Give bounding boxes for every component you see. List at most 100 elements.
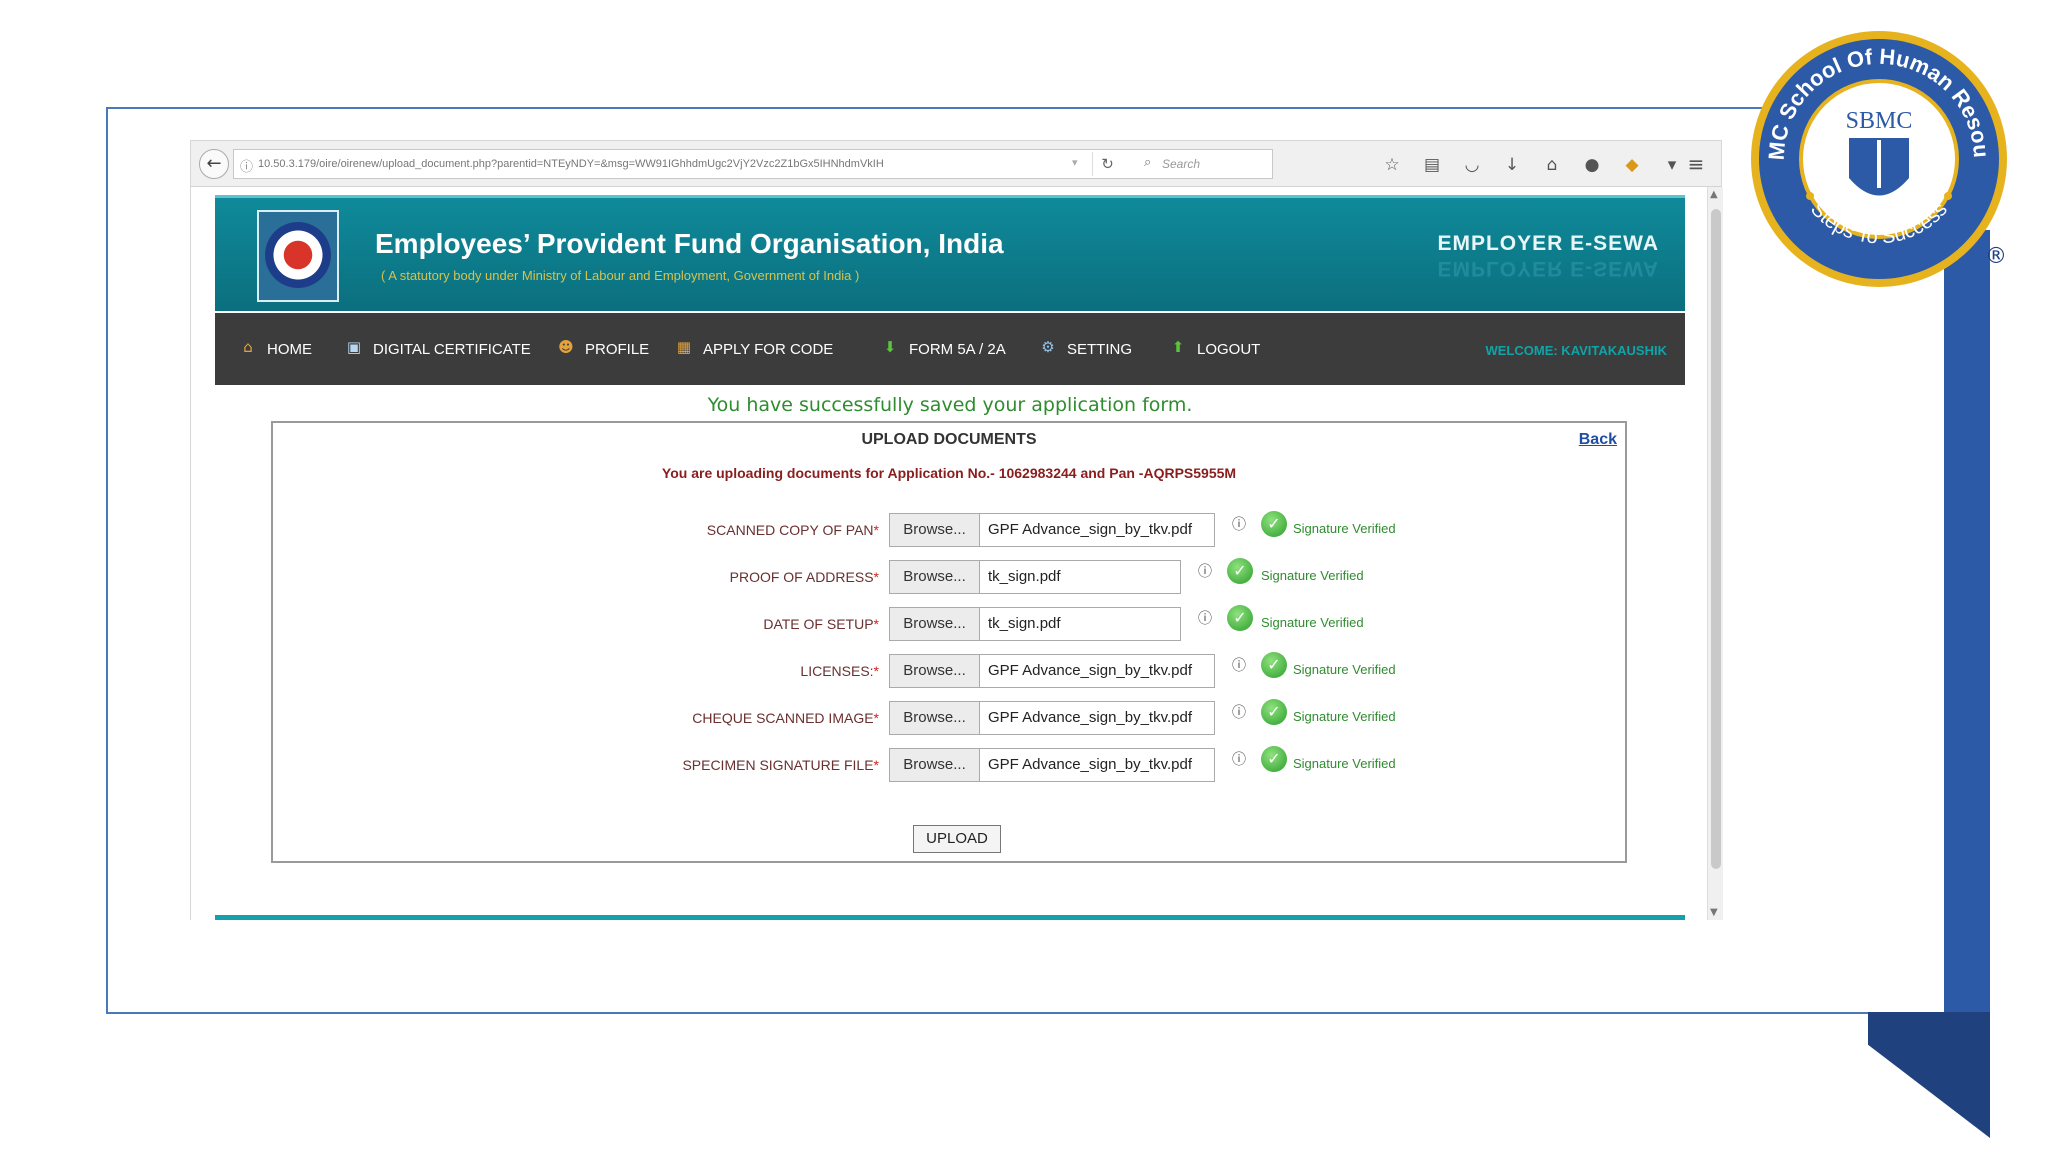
file-name: GPF Advance_sign_by_tkv.pdf: [988, 662, 1193, 679]
doc-row-specimen-signature: SPECIMEN SIGNATURE FILE* Browse... GPF A…: [273, 746, 1629, 782]
browse-button[interactable]: Browse...: [890, 702, 980, 734]
clipboard-icon[interactable]: ▤: [1419, 152, 1445, 178]
back-link[interactable]: Back: [1579, 431, 1617, 449]
page-viewport: Employees’ Provident Fund Organisation, …: [191, 187, 1707, 920]
menu-icon[interactable]: ≡: [1681, 150, 1711, 178]
pocket-icon[interactable]: ◡: [1459, 152, 1485, 178]
browse-button[interactable]: Browse...: [890, 749, 980, 781]
check-icon: ✓: [1261, 746, 1287, 772]
help-icon[interactable]: ⓘ: [1229, 703, 1249, 723]
star-icon[interactable]: ☆: [1379, 152, 1405, 178]
extension-icon[interactable]: ◆: [1619, 152, 1645, 178]
doc-row-licenses: LICENSES:* Browse... GPF Advance_sign_by…: [273, 652, 1629, 688]
settings-icon: ⚙: [1041, 338, 1055, 356]
nav-digital-certificate[interactable]: ▣ DIGITAL CERTIFICATE: [343, 337, 531, 361]
panel-title: UPLOAD DOCUMENTS: [861, 431, 1037, 448]
browse-button[interactable]: Browse...: [890, 561, 980, 593]
service-name-reflection: EMPLOYER E-SEWA: [1437, 257, 1659, 280]
sbmc-badge: SBMC School Of Human Resource Steps To S…: [1748, 28, 2007, 287]
help-icon[interactable]: ⓘ: [1195, 609, 1215, 629]
site-info-icon[interactable]: ⓘ: [240, 156, 253, 175]
url-bar[interactable]: ⓘ 10.50.3.179/oire/oirenew/upload_docume…: [233, 149, 1273, 179]
nav-logout[interactable]: ⬆ LOGOUT: [1167, 337, 1261, 361]
help-icon[interactable]: ⓘ: [1229, 750, 1249, 770]
nav-profile[interactable]: ☻ PROFILE: [555, 337, 649, 361]
doc-label: SCANNED COPY OF PAN*: [706, 522, 879, 538]
star-icon: [1806, 192, 1814, 200]
file-name: GPF Advance_sign_by_tkv.pdf: [988, 521, 1193, 538]
download-icon[interactable]: ↓: [1499, 152, 1525, 178]
nav-apply-for-code[interactable]: ▦ APPLY FOR CODE: [673, 337, 833, 361]
search-icon: ⌕: [1144, 155, 1152, 170]
doc-label: CHEQUE SCANNED IMAGE*: [692, 710, 879, 726]
profile-icon: ☻: [558, 338, 574, 356]
url-dropdown-icon[interactable]: ▾: [1072, 156, 1078, 169]
doc-label: PROOF OF ADDRESS*: [729, 569, 879, 585]
file-name: tk_sign.pdf: [988, 615, 1061, 632]
check-icon: ✓: [1227, 558, 1253, 584]
logout-arrow-icon: ⬆: [1171, 338, 1185, 356]
url-text: 10.50.3.179/oire/oirenew/upload_document…: [258, 158, 884, 170]
doc-label: LICENSES:*: [800, 663, 879, 679]
file-name: GPF Advance_sign_by_tkv.pdf: [988, 709, 1193, 726]
reload-icon[interactable]: ↻: [1092, 152, 1122, 176]
nav-label: DIGITAL CERTIFICATE: [373, 340, 531, 358]
application-info: You are uploading documents for Applicat…: [661, 465, 1237, 481]
signature-status: Signature Verified: [1293, 521, 1396, 536]
nav-form-5a-2a[interactable]: ⬇ FORM 5A / 2A: [879, 337, 1006, 361]
epfo-logo: [257, 210, 339, 302]
signature-status: Signature Verified: [1293, 756, 1396, 771]
file-input[interactable]: Browse... GPF Advance_sign_by_tkv.pdf: [889, 513, 1215, 547]
nav-home[interactable]: ⌂ HOME: [237, 337, 312, 361]
search-placeholder: Search: [1162, 157, 1201, 171]
doc-row-pan: SCANNED COPY OF PAN* Browse... GPF Advan…: [273, 511, 1629, 547]
nav-label: LOGOUT: [1197, 340, 1261, 358]
help-icon[interactable]: ⓘ: [1195, 562, 1215, 582]
vertical-scrollbar[interactable]: ▲ ▼: [1707, 187, 1723, 920]
file-input[interactable]: Browse... tk_sign.pdf: [889, 607, 1181, 641]
file-input[interactable]: Browse... GPF Advance_sign_by_tkv.pdf: [889, 654, 1215, 688]
file-name: tk_sign.pdf: [988, 568, 1061, 585]
browse-button[interactable]: Browse...: [890, 514, 980, 546]
success-message: You have successfully saved your applica…: [707, 394, 1193, 416]
ribbon-fold-decoration: [1868, 1012, 1990, 1138]
browse-button[interactable]: Browse...: [890, 655, 980, 687]
emblem-icon: [265, 222, 331, 288]
org-title: Employees’ Provident Fund Organisation, …: [375, 228, 1004, 259]
home-icon[interactable]: ⌂: [1539, 152, 1565, 178]
scroll-down-icon[interactable]: ▼: [1710, 907, 1718, 918]
signature-status: Signature Verified: [1293, 662, 1396, 677]
doc-label: DATE OF SETUP*: [763, 616, 879, 632]
home-icon: ⌂: [243, 338, 253, 356]
signature-status: Signature Verified: [1261, 615, 1364, 630]
file-input[interactable]: Browse... GPF Advance_sign_by_tkv.pdf: [889, 748, 1215, 782]
nav-label: FORM 5A / 2A: [909, 340, 1006, 358]
doc-row-address: PROOF OF ADDRESS* Browse... tk_sign.pdf …: [273, 558, 1629, 594]
doc-row-cheque: CHEQUE SCANNED IMAGE* Browse... GPF Adva…: [273, 699, 1629, 735]
epfo-page: Employees’ Provident Fund Organisation, …: [215, 187, 1685, 920]
doc-row-date-of-setup: DATE OF SETUP* Browse... tk_sign.pdf ⓘ ✓…: [273, 605, 1629, 641]
file-input[interactable]: Browse... tk_sign.pdf: [889, 560, 1181, 594]
star-icon: [1944, 192, 1952, 200]
file-name: GPF Advance_sign_by_tkv.pdf: [988, 756, 1193, 773]
org-subtitle: ( A statutory body under Ministry of Lab…: [381, 268, 860, 283]
chat-icon[interactable]: ●: [1579, 152, 1605, 178]
file-input[interactable]: Browse... GPF Advance_sign_by_tkv.pdf: [889, 701, 1215, 735]
check-icon: ✓: [1261, 699, 1287, 725]
upload-button[interactable]: UPLOAD: [913, 825, 1001, 853]
apply-icon: ▦: [676, 338, 692, 356]
help-icon[interactable]: ⓘ: [1229, 515, 1249, 535]
doc-label: SPECIMEN SIGNATURE FILE*: [682, 757, 879, 773]
check-icon: ✓: [1227, 605, 1253, 631]
help-icon[interactable]: ⓘ: [1229, 656, 1249, 676]
service-name: EMPLOYER E-SEWA: [1437, 232, 1659, 255]
browse-button[interactable]: Browse...: [890, 608, 980, 640]
search-box[interactable]: ⌕ Search: [1138, 150, 1272, 178]
scroll-up-icon[interactable]: ▲: [1710, 189, 1718, 200]
nav-setting[interactable]: ⚙ SETTING: [1037, 337, 1132, 361]
check-icon: ✓: [1261, 652, 1287, 678]
footer-bar: [215, 915, 1685, 920]
back-arrow-icon[interactable]: ←: [199, 149, 229, 179]
scroll-thumb[interactable]: [1711, 209, 1721, 869]
download-arrow-icon: ⬇: [883, 338, 897, 356]
